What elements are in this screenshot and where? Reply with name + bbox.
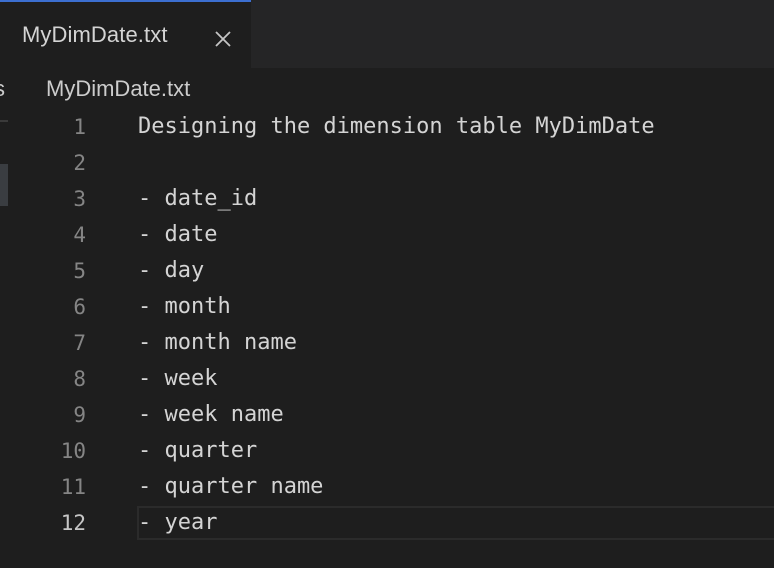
close-icon[interactable]	[212, 28, 234, 50]
line-text[interactable]: - date_id	[138, 186, 257, 211]
current-line-highlight	[137, 506, 774, 540]
line-number: 1	[73, 115, 86, 139]
line-text[interactable]: - month name	[138, 330, 297, 355]
editor-line[interactable]: 12 - year	[0, 506, 774, 542]
tab-bar: MyDimDate.txt	[0, 0, 774, 68]
editor-line[interactable]: 7 - month name	[0, 326, 774, 362]
line-text[interactable]: - year	[138, 510, 217, 535]
line-number: 2	[73, 151, 86, 175]
line-number: 8	[73, 367, 86, 391]
line-number: 4	[73, 223, 86, 247]
tab-mydimdate[interactable]: MyDimDate.txt	[0, 0, 251, 68]
line-number: 10	[60, 439, 86, 463]
tab-label: MyDimDate.txt	[22, 22, 168, 47]
editor-window: MyDimDate.txt s MyDimDate.txt 1 Designing…	[0, 0, 774, 568]
editor-line[interactable]: 10 - quarter	[0, 434, 774, 470]
line-number: 5	[73, 259, 86, 283]
line-text[interactable]: - quarter name	[138, 474, 323, 499]
line-text[interactable]: - date	[138, 222, 217, 247]
editor-line[interactable]: 3 - date_id	[0, 182, 774, 218]
line-number: 6	[73, 295, 86, 319]
editor-line[interactable]: 6 - month	[0, 290, 774, 326]
editor-line[interactable]: 2	[0, 146, 774, 182]
line-text[interactable]: - day	[138, 258, 204, 283]
line-number: 12	[60, 511, 86, 535]
line-text[interactable]: - month	[138, 294, 231, 319]
editor-line[interactable]: 5 - day	[0, 254, 774, 290]
line-number: 3	[73, 187, 86, 211]
line-number: 11	[60, 475, 86, 499]
editor-line[interactable]: 11 - quarter name	[0, 470, 774, 506]
line-number: 9	[73, 403, 86, 427]
sidebar-edge-glyph: s	[0, 76, 5, 102]
editor-line[interactable]: 8 - week	[0, 362, 774, 398]
editor-line[interactable]: 9 - week name	[0, 398, 774, 434]
breadcrumb[interactable]: MyDimDate.txt	[46, 76, 190, 102]
editor-line[interactable]: 4 - date	[0, 218, 774, 254]
line-number: 7	[73, 331, 86, 355]
line-text[interactable]: - week	[138, 366, 217, 391]
line-text[interactable]: - week name	[138, 402, 284, 427]
editor-line[interactable]: 1 Designing the dimension table MyDimDate	[0, 110, 774, 146]
line-text[interactable]: Designing the dimension table MyDimDate	[138, 114, 655, 139]
line-text[interactable]: - quarter	[138, 438, 257, 463]
code-editor[interactable]: 1 Designing the dimension table MyDimDate…	[0, 110, 774, 542]
